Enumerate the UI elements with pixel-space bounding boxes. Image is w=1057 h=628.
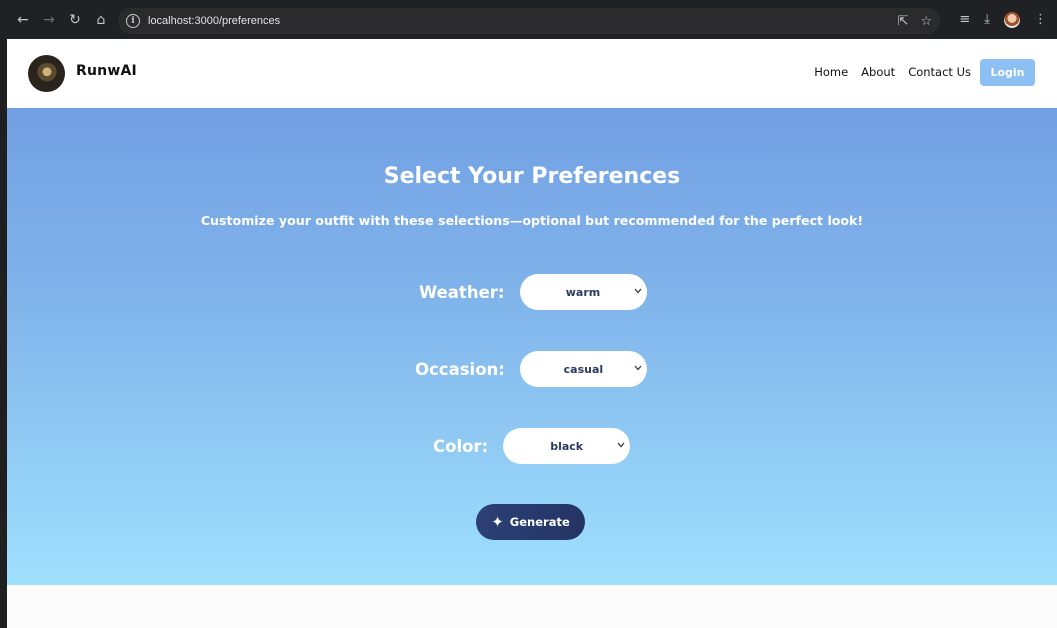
login-button[interactable]: Login [980, 59, 1035, 86]
weather-select[interactable]: warm [519, 274, 647, 310]
forward-icon[interactable]: → [36, 7, 62, 33]
color-value: black [550, 439, 584, 453]
browser-nav-buttons: ← → ↻ ⌂ [0, 7, 114, 33]
page-viewport: RunwAI Home About Contact Us Login Selec… [7, 39, 1057, 628]
occasion-select[interactable]: casual [519, 351, 647, 387]
page-footer-area [7, 585, 1057, 628]
reload-icon[interactable]: ↻ [62, 7, 88, 33]
occasion-row: Occasion: casual [415, 351, 647, 387]
address-bar[interactable]: i localhost:3000/preferences ⇱ ☆ [118, 8, 940, 34]
color-label: Color: [433, 436, 489, 456]
color-row: Color: black [433, 428, 631, 464]
profile-avatar[interactable] [1004, 11, 1020, 28]
browser-menu-icon[interactable]: ⋮ [1034, 12, 1047, 27]
browser-toolbar: ← → ↻ ⌂ i localhost:3000/preferences ⇱ ☆… [0, 0, 1057, 39]
generate-button[interactable]: ✦ Generate [476, 504, 585, 540]
download-icon[interactable]: ⤓ [984, 12, 990, 27]
url-text[interactable]: localhost:3000/preferences [148, 15, 280, 27]
nav-link-contact[interactable]: Contact Us [908, 65, 971, 79]
weather-row: Weather: warm [419, 274, 647, 310]
weather-label: Weather: [419, 282, 505, 302]
back-icon[interactable]: ← [10, 7, 36, 33]
nav-link-about[interactable]: About [861, 65, 895, 79]
site-info-icon[interactable]: i [126, 14, 140, 28]
preferences-section: Select Your Preferences Customize your o… [7, 108, 1057, 585]
color-select[interactable]: black [503, 428, 631, 464]
chevron-down-icon [616, 439, 626, 451]
wolf-logo-icon [35, 62, 58, 85]
occasion-value: casual [563, 362, 604, 376]
brand-name[interactable]: RunwAI [76, 63, 137, 79]
chevron-down-icon [633, 362, 643, 374]
weather-value: warm [565, 285, 601, 299]
site-header: RunwAI Home About Contact Us Login [7, 39, 1057, 108]
reading-list-icon[interactable]: ≡ [959, 12, 970, 27]
page-subtitle: Customize your outfit with these selecti… [200, 213, 864, 228]
main-nav: Home About Contact Us [814, 65, 971, 79]
sparkle-icon: ✦ [491, 513, 504, 531]
occasion-label: Occasion: [415, 359, 505, 379]
bookmark-star-icon[interactable]: ☆ [920, 14, 932, 29]
nav-link-home[interactable]: Home [814, 65, 848, 79]
home-icon[interactable]: ⌂ [88, 7, 114, 33]
chevron-down-icon [633, 285, 643, 297]
generate-label: Generate [509, 515, 570, 529]
brand-logo[interactable] [28, 55, 65, 92]
install-app-icon[interactable]: ⇱ [897, 14, 908, 29]
page-title: Select Your Preferences [383, 164, 681, 189]
